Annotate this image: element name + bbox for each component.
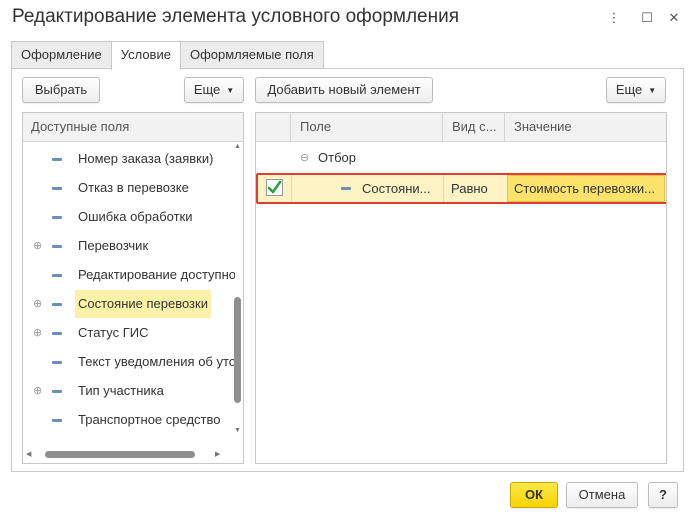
help-button[interactable]: ? — [648, 482, 678, 508]
cancel-button-label: Отмена — [578, 487, 626, 502]
tree-item-label: Отказ в перевозке — [78, 180, 189, 195]
row-enabled-checkbox[interactable] — [266, 179, 283, 196]
expand-icon[interactable]: ⊕ — [33, 234, 45, 258]
chevron-down-icon: ▼ — [226, 85, 235, 95]
cancel-button[interactable]: Отмена — [566, 482, 638, 508]
tree-item[interactable]: Ошибка обработки — [23, 205, 235, 229]
tab-appearance[interactable]: Оформление — [11, 41, 112, 69]
tree-item[interactable]: ⊕ Тип участника — [23, 379, 235, 403]
tree-item-label: Перевозчик — [78, 238, 149, 253]
checkbox-column-header — [256, 113, 291, 142]
tree-item[interactable]: Транспортное средство — [23, 408, 235, 432]
field-icon — [52, 158, 62, 161]
value-column-header[interactable]: Значение — [505, 113, 666, 142]
tree-item-label: Тип участника — [78, 383, 164, 398]
tab-strip: Оформление Условие Оформляемые поля — [11, 41, 324, 70]
left-more-label: Еще — [193, 82, 221, 97]
tree-item-label: Редактирование доступно — [78, 267, 235, 282]
tree-item[interactable]: Уникальный идентификато — [23, 437, 235, 443]
tab-condition[interactable]: Условие — [110, 41, 181, 70]
field-icon — [52, 274, 62, 277]
tree-item[interactable]: Текст уведомления об уто — [23, 350, 235, 374]
field-icon — [52, 419, 62, 422]
horizontal-scrollbar-thumb[interactable] — [45, 451, 195, 458]
scroll-left-icon[interactable]: ◀ — [26, 450, 31, 458]
select-button-label: Выбрать — [34, 82, 88, 97]
left-more-button[interactable]: Еще ▼ — [184, 77, 244, 103]
comparison-column-header[interactable]: Вид с... — [443, 113, 505, 142]
tree-item[interactable]: Отказ в перевозке — [23, 176, 235, 200]
scroll-right-icon[interactable]: ▶ — [215, 450, 220, 458]
tree-item-label: Статус ГИС — [78, 325, 149, 340]
expand-icon[interactable]: ⊕ — [33, 321, 45, 345]
select-button[interactable]: Выбрать — [22, 77, 100, 103]
condition-field-cell[interactable]: Состояни... — [362, 177, 440, 201]
available-fields-header: Доступные поля — [23, 113, 243, 142]
field-icon — [52, 332, 62, 335]
cell-divider — [291, 174, 292, 203]
checkmark-icon — [267, 180, 282, 194]
tree-item[interactable]: ⊕ Перевозчик — [23, 234, 235, 258]
close-icon[interactable]: ✕ — [664, 8, 684, 28]
expand-icon[interactable]: ⊕ — [33, 379, 45, 403]
window-title: Редактирование элемента условного оформл… — [12, 6, 460, 27]
tree-item[interactable]: ⊕ Статус ГИС — [23, 321, 235, 345]
condition-value-text: Стоимость перевозки... — [514, 181, 656, 196]
ok-button[interactable]: ОК — [510, 482, 558, 508]
condition-compare-cell[interactable]: Равно — [451, 177, 503, 201]
help-button-label: ? — [659, 487, 667, 502]
tab-formatted-fields[interactable]: Оформляемые поля — [179, 41, 324, 69]
expand-icon[interactable]: ⊕ — [33, 292, 45, 316]
cell-divider — [443, 174, 444, 203]
window-menu-icon[interactable]: ⋮ — [604, 8, 624, 28]
tree-item-label: Номер заказа (заявки) — [78, 151, 214, 166]
field-icon — [52, 245, 62, 248]
tree-item-label: Текст уведомления об уто — [78, 354, 235, 369]
available-fields-tree[interactable]: Номер заказа (заявки) Отказ в перевозке Ош… — [23, 143, 235, 443]
tree-item-label: Ошибка обработки — [78, 209, 193, 224]
chevron-down-icon: ▼ — [648, 85, 657, 95]
tree-item[interactable]: ⊕ Состояние перевозки — [23, 290, 235, 318]
ok-button-label: ОК — [524, 487, 544, 502]
add-new-element-label: Добавить новый элемент — [267, 82, 421, 97]
field-icon — [52, 187, 62, 190]
tree-item-label: Уникальный идентификато — [75, 437, 235, 443]
field-icon — [52, 216, 62, 219]
field-icon — [52, 390, 62, 393]
right-more-label: Еще — [615, 82, 643, 97]
field-column-header[interactable]: Поле — [291, 113, 443, 142]
field-icon — [52, 361, 62, 364]
tree-item[interactable]: Номер заказа (заявки) — [23, 147, 235, 171]
field-icon — [52, 303, 62, 306]
field-icon — [341, 187, 351, 190]
vertical-scrollbar-thumb[interactable] — [234, 297, 241, 403]
maximize-icon[interactable]: ☐ — [637, 8, 657, 28]
scroll-down-icon[interactable]: ▼ — [234, 427, 241, 437]
right-more-button[interactable]: Еще ▼ — [606, 77, 666, 103]
available-fields-panel: Доступные поля Номер заказа (заявки) Отка… — [22, 112, 244, 464]
tree-item[interactable]: Редактирование доступно — [23, 263, 235, 287]
add-new-element-button[interactable]: Добавить новый элемент — [255, 77, 433, 103]
filter-grid-header: Поле Вид с... Значение — [256, 113, 666, 142]
tree-item-label: Транспортное средство — [78, 412, 221, 427]
filter-grid: Поле Вид с... Значение ⊖ Отбор Состояни.… — [255, 112, 667, 464]
filter-group-label[interactable]: Отбор — [318, 146, 418, 170]
condition-value-cell[interactable]: Стоимость перевозки... — [507, 175, 665, 202]
scroll-up-icon[interactable]: ▲ — [234, 143, 241, 151]
collapse-icon[interactable]: ⊖ — [300, 146, 320, 170]
tree-item-label: Состояние перевозки — [75, 290, 211, 318]
